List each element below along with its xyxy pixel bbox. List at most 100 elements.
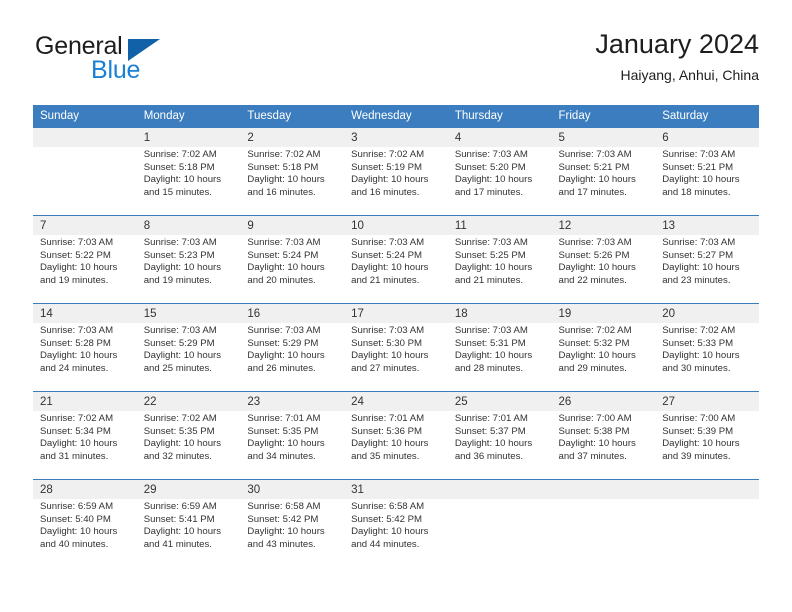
day-number[interactable]: 7 [33, 216, 137, 235]
day-number[interactable]: 19 [551, 304, 656, 323]
weekday-header-sunday: Sunday [33, 105, 137, 128]
daylight-text-line1: Daylight: 10 hours [662, 438, 740, 450]
day-cell[interactable]: Sunrise: 7:03 AM Sunset: 5:26 PM Dayligh… [551, 235, 656, 303]
day-cell[interactable]: Sunrise: 7:03 AM Sunset: 5:23 PM Dayligh… [136, 235, 241, 303]
day-cell[interactable]: Sunrise: 7:01 AM Sunset: 5:35 PM Dayligh… [240, 411, 345, 479]
daylight-text-line2: and 26 minutes. [247, 363, 316, 375]
day-cell[interactable]: Sunrise: 7:03 AM Sunset: 5:24 PM Dayligh… [240, 235, 345, 303]
sunrise-text: Sunrise: 7:03 AM [40, 237, 114, 248]
daylight-text-line1: Daylight: 10 hours [662, 174, 740, 186]
day-cell[interactable]: Sunrise: 7:03 AM Sunset: 5:22 PM Dayligh… [33, 235, 137, 303]
day-number[interactable]: 30 [240, 480, 345, 499]
day-cell[interactable]: Sunrise: 7:03 AM Sunset: 5:30 PM Dayligh… [344, 323, 448, 391]
day-number[interactable]: 16 [240, 304, 345, 323]
day-number[interactable]: 20 [655, 304, 759, 323]
day-number[interactable]: 21 [33, 392, 137, 411]
sunrise-text: Sunrise: 7:02 AM [143, 149, 217, 160]
day-number[interactable]: 29 [136, 480, 241, 499]
day-number[interactable]: 9 [240, 216, 345, 235]
day-cell[interactable]: Sunrise: 7:03 AM Sunset: 5:24 PM Dayligh… [344, 235, 448, 303]
day-number[interactable]: 4 [447, 128, 552, 147]
daylight-text-line2: and 27 minutes. [351, 363, 420, 375]
daylight-text-line2: and 16 minutes. [351, 187, 420, 199]
day-cell[interactable]: Sunrise: 6:59 AM Sunset: 5:41 PM Dayligh… [136, 499, 241, 567]
day-cell[interactable]: Sunrise: 7:02 AM Sunset: 5:33 PM Dayligh… [655, 323, 759, 391]
day-cell[interactable]: Sunrise: 7:02 AM Sunset: 5:18 PM Dayligh… [240, 147, 345, 215]
day-cell[interactable]: Sunrise: 7:03 AM Sunset: 5:25 PM Dayligh… [447, 235, 552, 303]
day-number[interactable]: 28 [33, 480, 137, 499]
day-number[interactable]: 2 [240, 128, 345, 147]
day-number[interactable]: 1 [136, 128, 241, 147]
day-cell[interactable]: Sunrise: 7:03 AM Sunset: 5:20 PM Dayligh… [447, 147, 552, 215]
day-cell[interactable]: Sunrise: 7:02 AM Sunset: 5:34 PM Dayligh… [33, 411, 137, 479]
day-number[interactable]: 18 [447, 304, 552, 323]
daylight-text-line2: and 19 minutes. [40, 275, 109, 287]
day-number[interactable]: 24 [344, 392, 448, 411]
day-cell[interactable] [33, 147, 137, 215]
sunset-text: Sunset: 5:42 PM [247, 513, 319, 525]
day-number[interactable]: 14 [33, 304, 137, 323]
day-number[interactable]: 25 [447, 392, 552, 411]
day-number[interactable]: 13 [655, 216, 759, 235]
sunrise-text: Sunrise: 7:03 AM [351, 325, 425, 336]
weekday-header-friday: Friday [551, 105, 656, 128]
day-cell[interactable]: Sunrise: 6:59 AM Sunset: 5:40 PM Dayligh… [33, 499, 137, 567]
sunrise-text: Sunrise: 7:02 AM [40, 413, 114, 424]
general-blue-logo[interactable]: General Blue [33, 28, 253, 88]
day-number[interactable]: 26 [551, 392, 656, 411]
day-number[interactable] [33, 128, 137, 147]
weekday-header-saturday: Saturday [655, 105, 759, 128]
sunset-text: Sunset: 5:38 PM [558, 425, 630, 437]
day-number[interactable]: 11 [447, 216, 552, 235]
day-cell[interactable]: Sunrise: 7:01 AM Sunset: 5:37 PM Dayligh… [447, 411, 552, 479]
day-number[interactable]: 15 [136, 304, 241, 323]
day-number[interactable] [551, 480, 656, 499]
day-number[interactable] [447, 480, 552, 499]
day-number[interactable]: 6 [655, 128, 759, 147]
sunset-text: Sunset: 5:19 PM [351, 161, 423, 173]
day-number[interactable]: 12 [551, 216, 656, 235]
daylight-text-line2: and 19 minutes. [143, 275, 212, 287]
day-cell[interactable]: Sunrise: 7:03 AM Sunset: 5:31 PM Dayligh… [447, 323, 552, 391]
daylight-text-line1: Daylight: 10 hours [247, 262, 325, 274]
sunrise-text: Sunrise: 7:03 AM [143, 237, 217, 248]
day-number[interactable]: 3 [344, 128, 448, 147]
day-cell[interactable]: Sunrise: 7:02 AM Sunset: 5:19 PM Dayligh… [344, 147, 448, 215]
day-number[interactable]: 8 [136, 216, 241, 235]
day-cell[interactable]: Sunrise: 7:00 AM Sunset: 5:39 PM Dayligh… [655, 411, 759, 479]
day-number[interactable]: 27 [655, 392, 759, 411]
day-number[interactable] [655, 480, 759, 499]
sunset-text: Sunset: 5:39 PM [662, 425, 734, 437]
sunset-text: Sunset: 5:36 PM [351, 425, 423, 437]
day-cell[interactable]: Sunrise: 7:03 AM Sunset: 5:21 PM Dayligh… [655, 147, 759, 215]
day-cell[interactable]: Sunrise: 7:02 AM Sunset: 5:18 PM Dayligh… [136, 147, 241, 215]
day-cell[interactable]: Sunrise: 7:03 AM Sunset: 5:27 PM Dayligh… [655, 235, 759, 303]
daylight-text-line1: Daylight: 10 hours [143, 174, 222, 186]
daylight-text-line1: Daylight: 10 hours [351, 350, 429, 362]
day-cell[interactable]: Sunrise: 7:03 AM Sunset: 5:21 PM Dayligh… [551, 147, 656, 215]
day-cell[interactable]: Sunrise: 7:03 AM Sunset: 5:29 PM Dayligh… [240, 323, 345, 391]
sunset-text: Sunset: 5:37 PM [454, 425, 526, 437]
day-number[interactable]: 5 [551, 128, 656, 147]
day-cell-empty [551, 499, 656, 567]
daylight-text-line1: Daylight: 10 hours [558, 350, 636, 362]
daylight-text-line1: Daylight: 10 hours [247, 438, 325, 450]
sunrise-text: Sunrise: 7:02 AM [351, 149, 425, 160]
day-number[interactable]: 10 [344, 216, 448, 235]
day-number[interactable]: 22 [136, 392, 241, 411]
day-cell[interactable]: Sunrise: 7:01 AM Sunset: 5:36 PM Dayligh… [344, 411, 448, 479]
day-cell[interactable]: Sunrise: 6:58 AM Sunset: 5:42 PM Dayligh… [344, 499, 448, 567]
day-cell[interactable]: Sunrise: 7:02 AM Sunset: 5:35 PM Dayligh… [136, 411, 241, 479]
daylight-text-line1: Daylight: 10 hours [351, 174, 429, 186]
day-number[interactable]: 31 [344, 480, 448, 499]
day-number[interactable]: 17 [344, 304, 448, 323]
day-cell[interactable]: Sunrise: 7:03 AM Sunset: 5:29 PM Dayligh… [136, 323, 241, 391]
day-cell[interactable]: Sunrise: 7:00 AM Sunset: 5:38 PM Dayligh… [551, 411, 656, 479]
day-cell[interactable]: Sunrise: 6:58 AM Sunset: 5:42 PM Dayligh… [240, 499, 345, 567]
sunrise-text: Sunrise: 7:03 AM [558, 237, 632, 248]
day-cell[interactable]: Sunrise: 7:03 AM Sunset: 5:28 PM Dayligh… [33, 323, 137, 391]
sunset-text: Sunset: 5:34 PM [40, 425, 111, 437]
day-cell[interactable]: Sunrise: 7:02 AM Sunset: 5:32 PM Dayligh… [551, 323, 656, 391]
day-number[interactable]: 23 [240, 392, 345, 411]
daylight-text-line2: and 18 minutes. [662, 187, 731, 199]
